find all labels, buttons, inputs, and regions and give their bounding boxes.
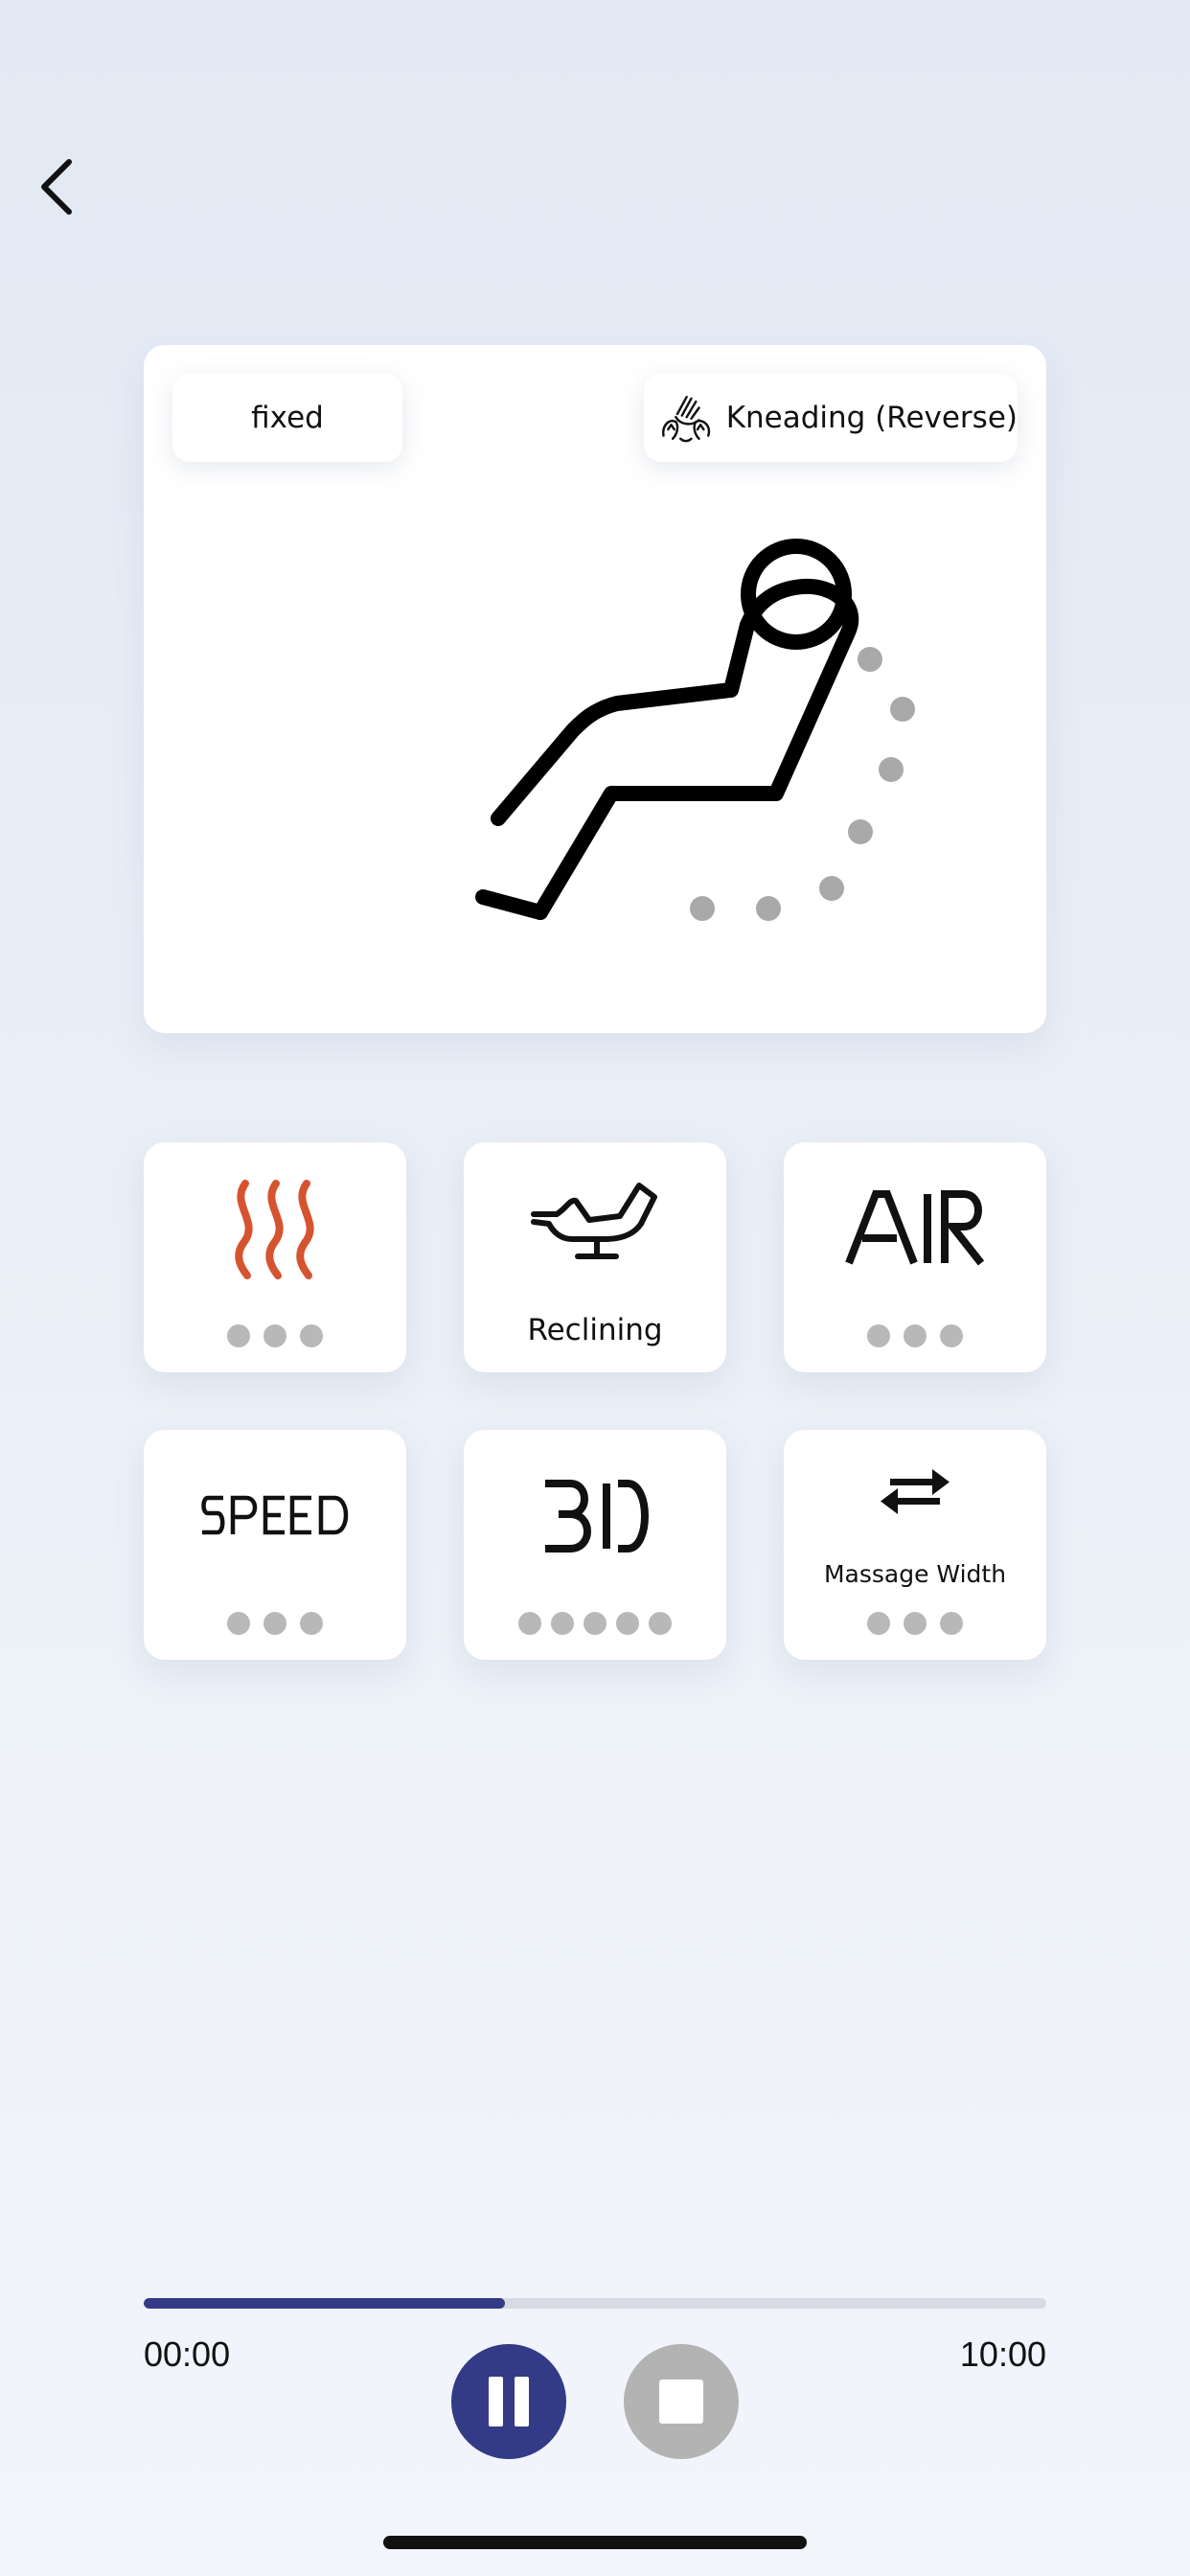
mode-label: fixed xyxy=(251,401,324,435)
pause-icon xyxy=(489,2377,529,2426)
massage-width-level-dots xyxy=(784,1612,1046,1635)
air-tile[interactable] xyxy=(784,1142,1046,1372)
stop-icon xyxy=(659,2380,703,2424)
level-dot xyxy=(227,1612,250,1635)
speed-icon xyxy=(201,1495,349,1535)
level-dot xyxy=(263,1324,286,1347)
level-dot xyxy=(551,1612,574,1635)
heat-tile[interactable] xyxy=(144,1142,406,1372)
level-dot xyxy=(263,1612,286,1635)
3d-icon xyxy=(545,1480,649,1552)
session-progress-bar[interactable] xyxy=(144,2298,1046,2309)
technique-label: Kneading (Reverse) xyxy=(725,401,1018,435)
3d-tile[interactable] xyxy=(464,1430,726,1660)
technique-chip[interactable]: Kneading (Reverse) xyxy=(644,374,1018,462)
3d-level-dots xyxy=(464,1612,726,1635)
session-progress-fill xyxy=(144,2298,505,2309)
swap-arrows-icon xyxy=(881,1469,950,1514)
air-level-dots xyxy=(784,1324,1046,1347)
level-dot xyxy=(904,1612,927,1635)
level-dot xyxy=(940,1612,963,1635)
reclining-label: Reclining xyxy=(527,1313,663,1347)
heat-waves-icon xyxy=(235,1180,314,1279)
level-dot xyxy=(300,1612,323,1635)
back-button[interactable] xyxy=(29,153,86,220)
chevron-left-icon xyxy=(41,159,72,215)
mode-chip[interactable]: fixed xyxy=(172,374,402,462)
massage-width-label: Massage Width xyxy=(823,1560,1007,1588)
level-dot xyxy=(867,1612,890,1635)
recline-chair-icon xyxy=(531,1183,657,1259)
kneading-hand-icon xyxy=(662,396,711,443)
level-dot xyxy=(227,1324,250,1347)
level-dot xyxy=(904,1324,927,1347)
level-dot xyxy=(518,1612,541,1635)
level-dot xyxy=(940,1324,963,1347)
massage-width-tile[interactable]: Massage Width xyxy=(784,1430,1046,1660)
reclining-tile[interactable]: Reclining xyxy=(464,1142,726,1372)
home-indicator xyxy=(383,2536,807,2549)
level-dot xyxy=(649,1612,672,1635)
level-dot xyxy=(616,1612,639,1635)
speed-tile[interactable] xyxy=(144,1430,406,1660)
total-time: 10:00 xyxy=(959,2334,1046,2374)
massage-status-card: fixed Kneading (Reverse) xyxy=(144,345,1046,1033)
level-dot xyxy=(300,1324,323,1347)
seated-body-position-icon xyxy=(475,539,915,921)
air-icon xyxy=(845,1190,985,1266)
stop-button[interactable] xyxy=(624,2344,739,2459)
level-dot xyxy=(584,1612,606,1635)
pause-button[interactable] xyxy=(451,2344,566,2459)
level-dot xyxy=(867,1324,890,1347)
speed-level-dots xyxy=(144,1612,406,1635)
heat-level-dots xyxy=(144,1324,406,1347)
elapsed-time: 00:00 xyxy=(144,2334,231,2374)
